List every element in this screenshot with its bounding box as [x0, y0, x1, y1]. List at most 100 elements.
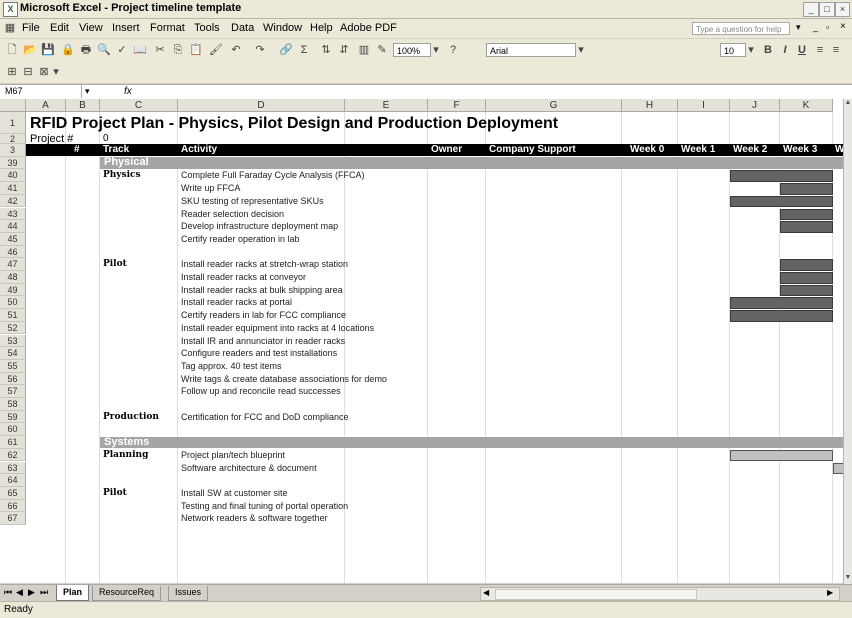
row-header[interactable]: 61	[0, 436, 26, 449]
redo-icon[interactable]: ↷	[252, 42, 268, 58]
column-header-k[interactable]: K	[780, 99, 833, 112]
save-icon[interactable]: 💾	[40, 42, 56, 58]
scroll-right-icon[interactable]: ▶	[827, 588, 833, 597]
column-header-j[interactable]: J	[730, 99, 780, 112]
menu-insert[interactable]: Insert	[112, 22, 140, 34]
activity-cell[interactable]: Install reader equipment into racks at 4…	[181, 322, 374, 335]
scroll-down-icon[interactable]: ▼	[844, 574, 852, 584]
row-header[interactable]: 64	[0, 474, 26, 487]
track-cell[interactable]: Pilot	[103, 487, 127, 500]
hyperlink-icon[interactable]: 🔗	[278, 42, 294, 58]
workbook-icon[interactable]: ▦	[2, 20, 18, 36]
activity-cell[interactable]: Certification for FCC and DoD compliance	[181, 411, 349, 424]
row-header[interactable]: 44	[0, 220, 26, 233]
column-header-h[interactable]: H	[622, 99, 678, 112]
drawing-icon[interactable]: ✎	[374, 42, 390, 58]
sort-descending-icon[interactable]: ⇵	[336, 42, 352, 58]
row-header[interactable]: 59	[0, 410, 26, 424]
row-header[interactable]: 57	[0, 385, 26, 398]
formula-input[interactable]	[145, 85, 845, 98]
align-center-icon[interactable]: ≡	[828, 42, 844, 58]
row-header[interactable]: 53	[0, 334, 26, 348]
column-header-d[interactable]: D	[178, 99, 345, 112]
spelling-icon[interactable]: ✓	[114, 42, 130, 58]
column-header-g[interactable]: G	[486, 99, 622, 112]
activity-cell[interactable]: Install IR and annunciator in reader rac…	[181, 335, 345, 348]
review-next-icon[interactable]: ⊟	[20, 64, 36, 80]
row-header[interactable]: 42	[0, 194, 26, 208]
menu-window[interactable]: Window	[263, 22, 302, 34]
cut-icon[interactable]: ✂	[152, 42, 168, 58]
font-dropdown-icon[interactable]: ▾	[576, 42, 586, 58]
row-header[interactable]: 47	[0, 258, 26, 271]
help-search-input[interactable]: Type a question for help	[692, 22, 790, 35]
sheet-title[interactable]: RFID Project Plan - Physics, Pilot Desig…	[30, 115, 558, 133]
activity-cell[interactable]: Reader selection decision	[181, 208, 284, 221]
horizontal-scrollbar[interactable]: ◀ ▶	[480, 587, 840, 601]
help-icon[interactable]: ?	[445, 42, 461, 58]
function-icon[interactable]: fx	[124, 85, 132, 98]
row-header[interactable]: 49	[0, 283, 26, 297]
row-header[interactable]: 56	[0, 372, 26, 386]
row-header[interactable]: 46	[0, 245, 26, 259]
toolbar-options-icon[interactable]: ▾	[52, 64, 60, 80]
activity-cell[interactable]: Follow up and reconcile read successes	[181, 385, 341, 398]
activity-cell[interactable]: Install reader racks at conveyor	[181, 271, 306, 284]
new-icon[interactable]: 🗋	[4, 42, 20, 58]
tab-first-icon[interactable]: ⏮	[4, 587, 12, 598]
header-hash[interactable]: #	[74, 144, 80, 156]
row-header[interactable]: 41	[0, 182, 26, 195]
bold-button[interactable]: B	[760, 42, 776, 58]
activity-cell[interactable]: Develop infrastructure deployment map	[181, 220, 338, 233]
row-header[interactable]: 40	[0, 169, 26, 183]
permission-icon[interactable]: 🔒	[60, 42, 76, 58]
menu-view[interactable]: View	[79, 22, 103, 34]
tab-issues[interactable]: Issues	[168, 586, 209, 601]
menu-format[interactable]: Format	[150, 22, 185, 34]
vertical-scrollbar[interactable]: ▲ ▼	[843, 99, 852, 584]
scroll-up-icon[interactable]: ▲	[844, 99, 852, 109]
name-box[interactable]: M67	[2, 85, 82, 98]
column-header-c[interactable]: C	[100, 99, 178, 112]
header-w2[interactable]: Week 2	[733, 144, 767, 156]
activity-cell[interactable]: SKU testing of representative SKUs	[181, 195, 324, 208]
row-header[interactable]: 60	[0, 423, 26, 437]
row-header[interactable]: 2	[0, 134, 26, 144]
select-all-corner[interactable]	[0, 99, 26, 112]
activity-cell[interactable]: Write tags & create database association…	[181, 373, 387, 386]
activity-cell[interactable]: Configure readers and test installations	[181, 347, 337, 360]
autosum-icon[interactable]: Σ	[296, 42, 312, 58]
size-dropdown-icon[interactable]: ▾	[746, 42, 756, 58]
scroll-left-icon[interactable]: ◀	[483, 588, 489, 597]
activity-cell[interactable]: Write up FFCA	[181, 182, 240, 195]
header-w4[interactable]: W	[835, 144, 843, 156]
header-support[interactable]: Company Support	[489, 144, 576, 156]
chart-wizard-icon[interactable]: ▥	[356, 42, 372, 58]
row-header[interactable]: 65	[0, 486, 26, 500]
minimize-icon[interactable]: _	[803, 2, 819, 17]
worksheet-grid[interactable]: ABCDEFGHIJK 1 2 3 39 Physical 40 Physics Comple…	[0, 99, 843, 583]
sort-ascending-icon[interactable]: ⇅	[318, 42, 334, 58]
font-select[interactable]: Arial	[486, 43, 576, 57]
doc-close-icon[interactable]: ×	[840, 21, 846, 32]
copy-icon[interactable]: ⎘	[170, 42, 186, 58]
italic-button[interactable]: I	[777, 42, 793, 58]
row-header[interactable]: 43	[0, 207, 26, 221]
restore-icon[interactable]: □	[819, 2, 835, 17]
row-header[interactable]: 58	[0, 398, 26, 411]
tab-resourcereq[interactable]: ResourceReq	[92, 586, 162, 601]
menu-edit[interactable]: Edit	[50, 22, 69, 34]
row-header[interactable]: 67	[0, 512, 26, 525]
header-w0[interactable]: Week 0	[630, 144, 664, 156]
header-track[interactable]: Track	[103, 144, 129, 156]
paste-icon[interactable]: 📋	[188, 42, 204, 58]
row-header[interactable]: 62	[0, 448, 26, 462]
column-header-e[interactable]: E	[345, 99, 428, 112]
header-w1[interactable]: Week 1	[681, 144, 715, 156]
menu-help[interactable]: Help	[310, 22, 333, 34]
close-icon[interactable]: ×	[835, 2, 850, 17]
research-icon[interactable]: 📖	[132, 42, 148, 58]
doc-restore-icon[interactable]: ▫	[826, 22, 829, 32]
menu-file[interactable]: File	[22, 22, 40, 34]
header-activity[interactable]: Activity	[181, 144, 217, 156]
